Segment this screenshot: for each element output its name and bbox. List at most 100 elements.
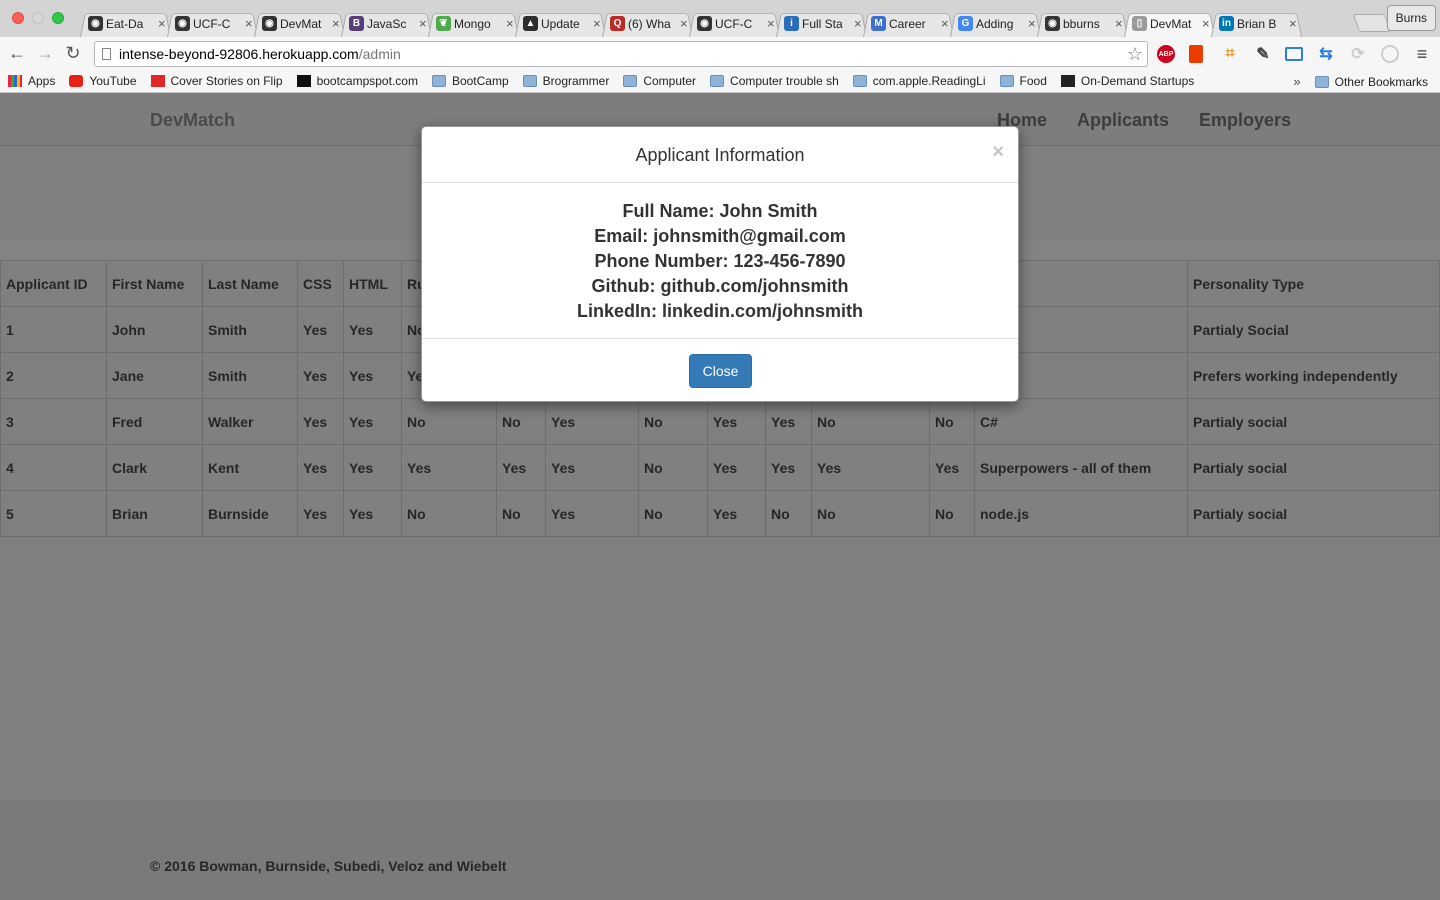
bookmark-item[interactable]: Cover Stories on Flip: [150, 74, 283, 88]
tab-close-icon[interactable]: ×: [506, 16, 514, 31]
tab-title: Career: [889, 16, 926, 31]
menu-icon[interactable]: ≡: [1413, 44, 1431, 64]
tab-title: Adding: [976, 16, 1014, 31]
forward-arrow-icon[interactable]: →: [35, 43, 55, 64]
browser-tab[interactable]: ❦ Mongo ×: [428, 10, 519, 37]
swap-arrows-icon[interactable]: ⇆: [1317, 45, 1335, 63]
browser-tab[interactable]: ▯ DevMat ×: [1124, 10, 1215, 37]
tab-title: Full Sta: [802, 16, 843, 31]
browser-tab[interactable]: G Adding ×: [950, 10, 1041, 37]
tab-close-icon[interactable]: ×: [1028, 16, 1036, 31]
table-cell: Jane: [106, 352, 203, 399]
table-cell: Yes: [297, 306, 344, 353]
table-cell: Yes: [811, 444, 930, 491]
bookmark-star-icon[interactable]: ☆: [1127, 42, 1143, 66]
browser-tab[interactable]: i Full Sta ×: [776, 10, 867, 37]
bookmark-item[interactable]: YouTube: [69, 74, 137, 88]
bookmark-item[interactable]: Food: [999, 74, 1047, 88]
toolbox-icon[interactable]: ⌗: [1221, 45, 1239, 63]
browser-tab[interactable]: Q (6) Wha ×: [602, 10, 693, 37]
tab-close-icon[interactable]: ×: [1289, 16, 1297, 31]
tab-close-icon[interactable]: ×: [158, 16, 166, 31]
table-cell: Yes: [929, 444, 975, 491]
profile-button[interactable]: Burns: [1386, 5, 1436, 31]
table-cell: Yes: [343, 398, 402, 445]
table-cell: Smith: [202, 306, 298, 353]
modal-title: Applicant Information: [635, 145, 805, 165]
maximize-window-button[interactable]: [52, 12, 64, 24]
table-row[interactable]: 3 Fred Walker Yes Yes No No Yes No Yes Yes No No C# Pa…: [0, 398, 1440, 445]
bookmark-item[interactable]: Brogrammer: [522, 74, 609, 88]
page-icon: [102, 48, 111, 60]
table-row[interactable]: 5 Brian Burnside Yes Yes No No Yes No Yes No No No no…: [0, 490, 1440, 537]
tab-close-icon[interactable]: ×: [1202, 16, 1210, 31]
modal-header: Applicant Information ×: [422, 127, 1018, 183]
youtube-icon: [69, 75, 84, 87]
bookmark-item[interactable]: bootcampspot.com: [296, 74, 418, 88]
google-icon: G: [958, 16, 973, 31]
bookmark-item[interactable]: On-Demand Startups: [1060, 74, 1194, 88]
office-icon[interactable]: [1189, 45, 1203, 63]
address-bar[interactable]: intense-beyond-92806.herokuapp.com/admin…: [94, 41, 1148, 67]
info-icon: i: [784, 16, 799, 31]
browser-tab[interactable]: B JavaSc ×: [341, 10, 432, 37]
browser-tab[interactable]: ◉ UCF-C ×: [689, 10, 780, 37]
folder-icon: [852, 75, 867, 87]
tab-close-icon[interactable]: ×: [245, 16, 253, 31]
table-row[interactable]: 4 Clark Kent Yes Yes Yes Yes Yes No Yes Yes Yes Yes S…: [0, 444, 1440, 491]
minimize-window-button[interactable]: [32, 12, 44, 24]
table-cell: Yes: [765, 398, 812, 445]
tab-close-icon[interactable]: ×: [1115, 16, 1123, 31]
browser-tab[interactable]: in Brian B ×: [1211, 10, 1302, 37]
close-icon[interactable]: ×: [992, 141, 1004, 164]
bookmark-item[interactable]: Apps: [8, 74, 55, 88]
sync-icon[interactable]: ⟳: [1349, 45, 1367, 63]
github-line: Github: github.com/johnsmith: [591, 276, 849, 296]
startup-icon: [1060, 75, 1075, 87]
table-cell: Yes: [707, 398, 766, 445]
tab-close-icon[interactable]: ×: [854, 16, 862, 31]
close-button[interactable]: Close: [689, 354, 752, 388]
adblock-icon[interactable]: ABP: [1157, 45, 1175, 63]
bookmark-label: Apps: [28, 74, 56, 88]
table-cell: 1: [0, 306, 107, 353]
new-tab-button[interactable]: [1352, 14, 1392, 32]
tab-close-icon[interactable]: ×: [680, 16, 688, 31]
table-cell: No: [401, 490, 497, 537]
bookmark-item[interactable]: BootCamp: [431, 74, 509, 88]
tab-title: UCF-C: [193, 16, 231, 31]
bookmark-item[interactable]: Computer: [623, 74, 696, 88]
browser-tab[interactable]: M Career ×: [863, 10, 954, 37]
column-header: First Name: [106, 260, 203, 307]
nav-employers-link[interactable]: Employers: [1199, 110, 1291, 131]
table-cell: Yes: [545, 490, 639, 537]
more-bookmarks-chevron[interactable]: »: [1293, 74, 1300, 89]
table-cell: Walker: [202, 398, 298, 445]
footer: © 2016 Bowman, Burnside, Subedi, Veloz a…: [0, 800, 1440, 900]
browser-tab[interactable]: ◉ UCF-C ×: [167, 10, 258, 37]
back-arrow-icon[interactable]: ←: [7, 43, 27, 64]
tab-close-icon[interactable]: ×: [941, 16, 949, 31]
power-icon[interactable]: [1381, 45, 1399, 63]
table-cell: No: [638, 398, 708, 445]
bookmark-item[interactable]: com.apple.ReadingLi: [852, 74, 986, 88]
reload-icon[interactable]: ↻: [63, 43, 83, 64]
nav-applicants-link[interactable]: Applicants: [1077, 110, 1169, 131]
tab-close-icon[interactable]: ×: [419, 16, 427, 31]
browser-tab[interactable]: ▲ Update ×: [515, 10, 606, 37]
brand-logo[interactable]: DevMatch: [150, 110, 235, 131]
close-window-button[interactable]: [12, 12, 24, 24]
github-icon: ◉: [1045, 16, 1060, 31]
screenshot-icon[interactable]: [1285, 47, 1303, 61]
phone-line: Phone Number: 123-456-7890: [594, 251, 846, 271]
browser-tab[interactable]: ◉ Eat-Da ×: [80, 10, 171, 37]
tab-close-icon[interactable]: ×: [767, 16, 775, 31]
bookmark-item[interactable]: Computer trouble sh: [710, 74, 839, 88]
browser-tab[interactable]: ◉ DevMat ×: [254, 10, 345, 37]
tab-close-icon[interactable]: ×: [332, 16, 340, 31]
tab-close-icon[interactable]: ×: [593, 16, 601, 31]
flipboard-icon: [150, 75, 165, 87]
other-bookmarks[interactable]: Other Bookmarks: [1314, 75, 1428, 89]
browser-tab[interactable]: ◉ bburns ×: [1037, 10, 1128, 37]
eyedropper-icon[interactable]: ✎: [1254, 45, 1272, 63]
